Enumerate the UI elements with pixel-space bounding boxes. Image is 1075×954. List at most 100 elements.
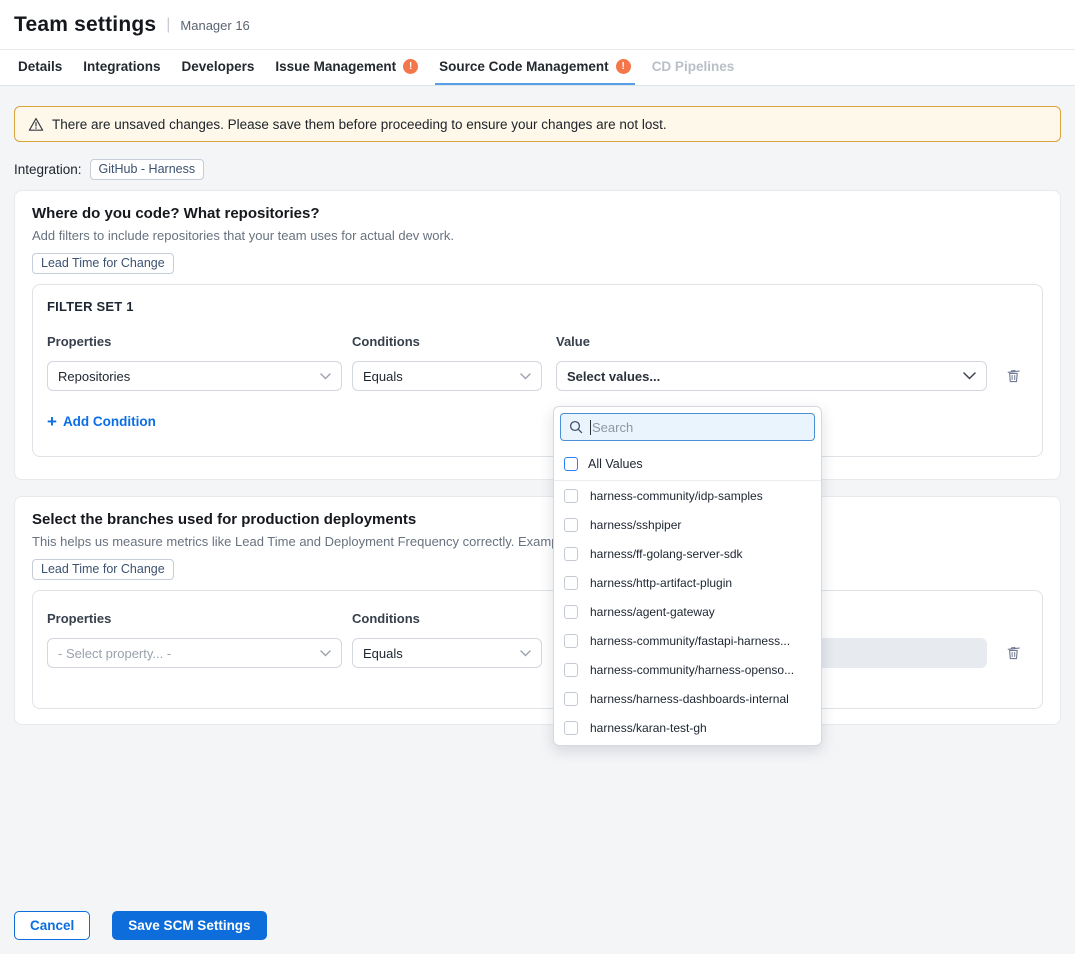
- option-label: harness/sshpiper: [590, 518, 681, 532]
- option-checkbox[interactable]: [564, 547, 578, 561]
- title-divider: |: [166, 16, 170, 34]
- chevron-down-icon: [520, 373, 531, 380]
- tab-bar: Details Integrations Developers Issue Ma…: [0, 50, 1075, 86]
- trash-icon: [1006, 645, 1021, 661]
- option-label: harness/harness-dashboards-internal: [590, 692, 789, 706]
- lead-time-chip: Lead Time for Change: [32, 559, 174, 580]
- property-select-value: Repositories: [58, 369, 130, 384]
- option-label: harness/karan-test-gh: [590, 721, 707, 735]
- option-checkbox[interactable]: [564, 605, 578, 619]
- all-values-option[interactable]: All Values: [554, 447, 821, 481]
- properties-column-label: Properties: [47, 334, 342, 349]
- filter-set-title: FILTER SET 1: [47, 299, 1028, 314]
- properties-column-label: Properties: [47, 611, 342, 626]
- option-label: harness-community/fastapi-harness...: [590, 634, 790, 648]
- chevron-down-icon: [520, 650, 531, 657]
- filter-set-1: FILTER SET 1 Properties Conditions Value…: [32, 284, 1043, 457]
- tab-cd-pipelines: CD Pipelines: [648, 50, 739, 85]
- lead-time-chip: Lead Time for Change: [32, 253, 174, 274]
- tab-label: Issue Management: [275, 59, 396, 74]
- dropdown-option[interactable]: harness/http-artifact-plugin: [554, 568, 821, 597]
- option-checkbox[interactable]: [564, 576, 578, 590]
- dropdown-option[interactable]: harness/agent-gateway: [554, 597, 821, 626]
- option-label: All Values: [588, 457, 643, 471]
- dropdown-option[interactable]: harness/harness-dashboards-internal: [554, 684, 821, 713]
- condition-select-value: Equals: [363, 369, 403, 384]
- conditions-column-label: Conditions: [352, 334, 542, 349]
- option-checkbox[interactable]: [564, 489, 578, 503]
- page-header: Team settings | Manager 16: [0, 0, 1075, 50]
- chevron-down-icon: [963, 372, 976, 380]
- option-label: harness-community/harness-openso...: [590, 663, 794, 677]
- conditions-column-label: Conditions: [352, 611, 542, 626]
- plus-icon: +: [47, 413, 57, 430]
- tab-label: Developers: [182, 59, 255, 74]
- cancel-button[interactable]: Cancel: [14, 911, 90, 940]
- repositories-card-title: Where do you code? What repositories?: [32, 205, 1043, 222]
- tab-label: Source Code Management: [439, 59, 609, 74]
- chevron-down-icon: [320, 650, 331, 657]
- integration-label: Integration:: [14, 162, 82, 177]
- integration-chip[interactable]: GitHub - Harness: [90, 159, 205, 180]
- unsaved-changes-banner: There are unsaved changes. Please save t…: [14, 106, 1061, 142]
- option-label: harness/agent-gateway: [590, 605, 715, 619]
- repositories-card: Where do you code? What repositories? Ad…: [14, 190, 1061, 480]
- tab-integrations[interactable]: Integrations: [79, 50, 164, 85]
- warning-badge-icon: !: [403, 59, 418, 74]
- chevron-down-icon: [320, 373, 331, 380]
- option-checkbox[interactable]: [564, 692, 578, 706]
- tab-details[interactable]: Details: [14, 50, 66, 85]
- save-scm-settings-button[interactable]: Save SCM Settings: [112, 911, 266, 940]
- option-label: harness/ff-golang-server-sdk: [590, 547, 743, 561]
- warning-badge-icon: !: [616, 59, 631, 74]
- dropdown-option[interactable]: harness-community/harness-openso...: [554, 655, 821, 684]
- banner-text: There are unsaved changes. Please save t…: [52, 117, 667, 132]
- branch-property-select[interactable]: - Select property... -: [47, 638, 342, 668]
- warning-triangle-icon: [28, 117, 44, 132]
- add-condition-label: Add Condition: [63, 414, 156, 429]
- tab-source-code-management[interactable]: Source Code Management !: [435, 50, 635, 85]
- value-multiselect[interactable]: Select values...: [556, 361, 987, 391]
- tab-issue-management[interactable]: Issue Management !: [271, 50, 422, 85]
- delete-condition-button[interactable]: [1004, 366, 1023, 386]
- option-checkbox[interactable]: [564, 634, 578, 648]
- option-label: harness/http-artifact-plugin: [590, 576, 732, 590]
- delete-condition-button[interactable]: [1004, 643, 1023, 663]
- main-content: There are unsaved changes. Please save t…: [0, 86, 1075, 725]
- values-dropdown: All Values harness-community/idp-samples…: [553, 406, 822, 746]
- dropdown-option[interactable]: harness-community/idp-samples: [554, 481, 821, 510]
- page-title: Team settings: [14, 13, 156, 37]
- text-caret: [590, 420, 591, 435]
- branch-filter-set: Properties Conditions - Select property.…: [32, 590, 1043, 709]
- dropdown-option[interactable]: harness/sshpiper: [554, 510, 821, 539]
- repositories-card-subtitle: Add filters to include repositories that…: [32, 228, 1043, 243]
- add-condition-button[interactable]: + Add Condition: [47, 413, 156, 430]
- tab-label: Details: [18, 59, 62, 74]
- footer-actions: Cancel Save SCM Settings: [14, 911, 267, 940]
- trash-icon: [1006, 368, 1021, 384]
- search-input[interactable]: [592, 420, 806, 435]
- value-column-label: Value: [556, 334, 987, 349]
- option-checkbox[interactable]: [564, 518, 578, 532]
- search-icon: [569, 420, 583, 434]
- value-select-placeholder: Select values...: [567, 369, 660, 384]
- dropdown-option[interactable]: harness/internal-test-guidebook: [554, 742, 821, 746]
- team-name-label: Manager 16: [180, 18, 249, 33]
- tab-label: Integrations: [83, 59, 160, 74]
- option-checkbox[interactable]: [564, 721, 578, 735]
- property-select[interactable]: Repositories: [47, 361, 342, 391]
- branches-card: Select the branches used for production …: [14, 496, 1061, 725]
- branch-condition-select[interactable]: Equals: [352, 638, 542, 668]
- dropdown-option[interactable]: harness-community/fastapi-harness...: [554, 626, 821, 655]
- condition-select-value: Equals: [363, 646, 403, 661]
- dropdown-search[interactable]: [560, 413, 815, 441]
- tab-label: CD Pipelines: [652, 59, 735, 74]
- dropdown-option[interactable]: harness/karan-test-gh: [554, 713, 821, 742]
- branches-card-subtitle: This helps us measure metrics like Lead …: [32, 534, 1043, 549]
- all-values-checkbox[interactable]: [564, 457, 578, 471]
- tab-developers[interactable]: Developers: [178, 50, 259, 85]
- dropdown-option[interactable]: harness/ff-golang-server-sdk: [554, 539, 821, 568]
- option-checkbox[interactable]: [564, 663, 578, 677]
- condition-select[interactable]: Equals: [352, 361, 542, 391]
- branches-card-title: Select the branches used for production …: [32, 511, 1043, 528]
